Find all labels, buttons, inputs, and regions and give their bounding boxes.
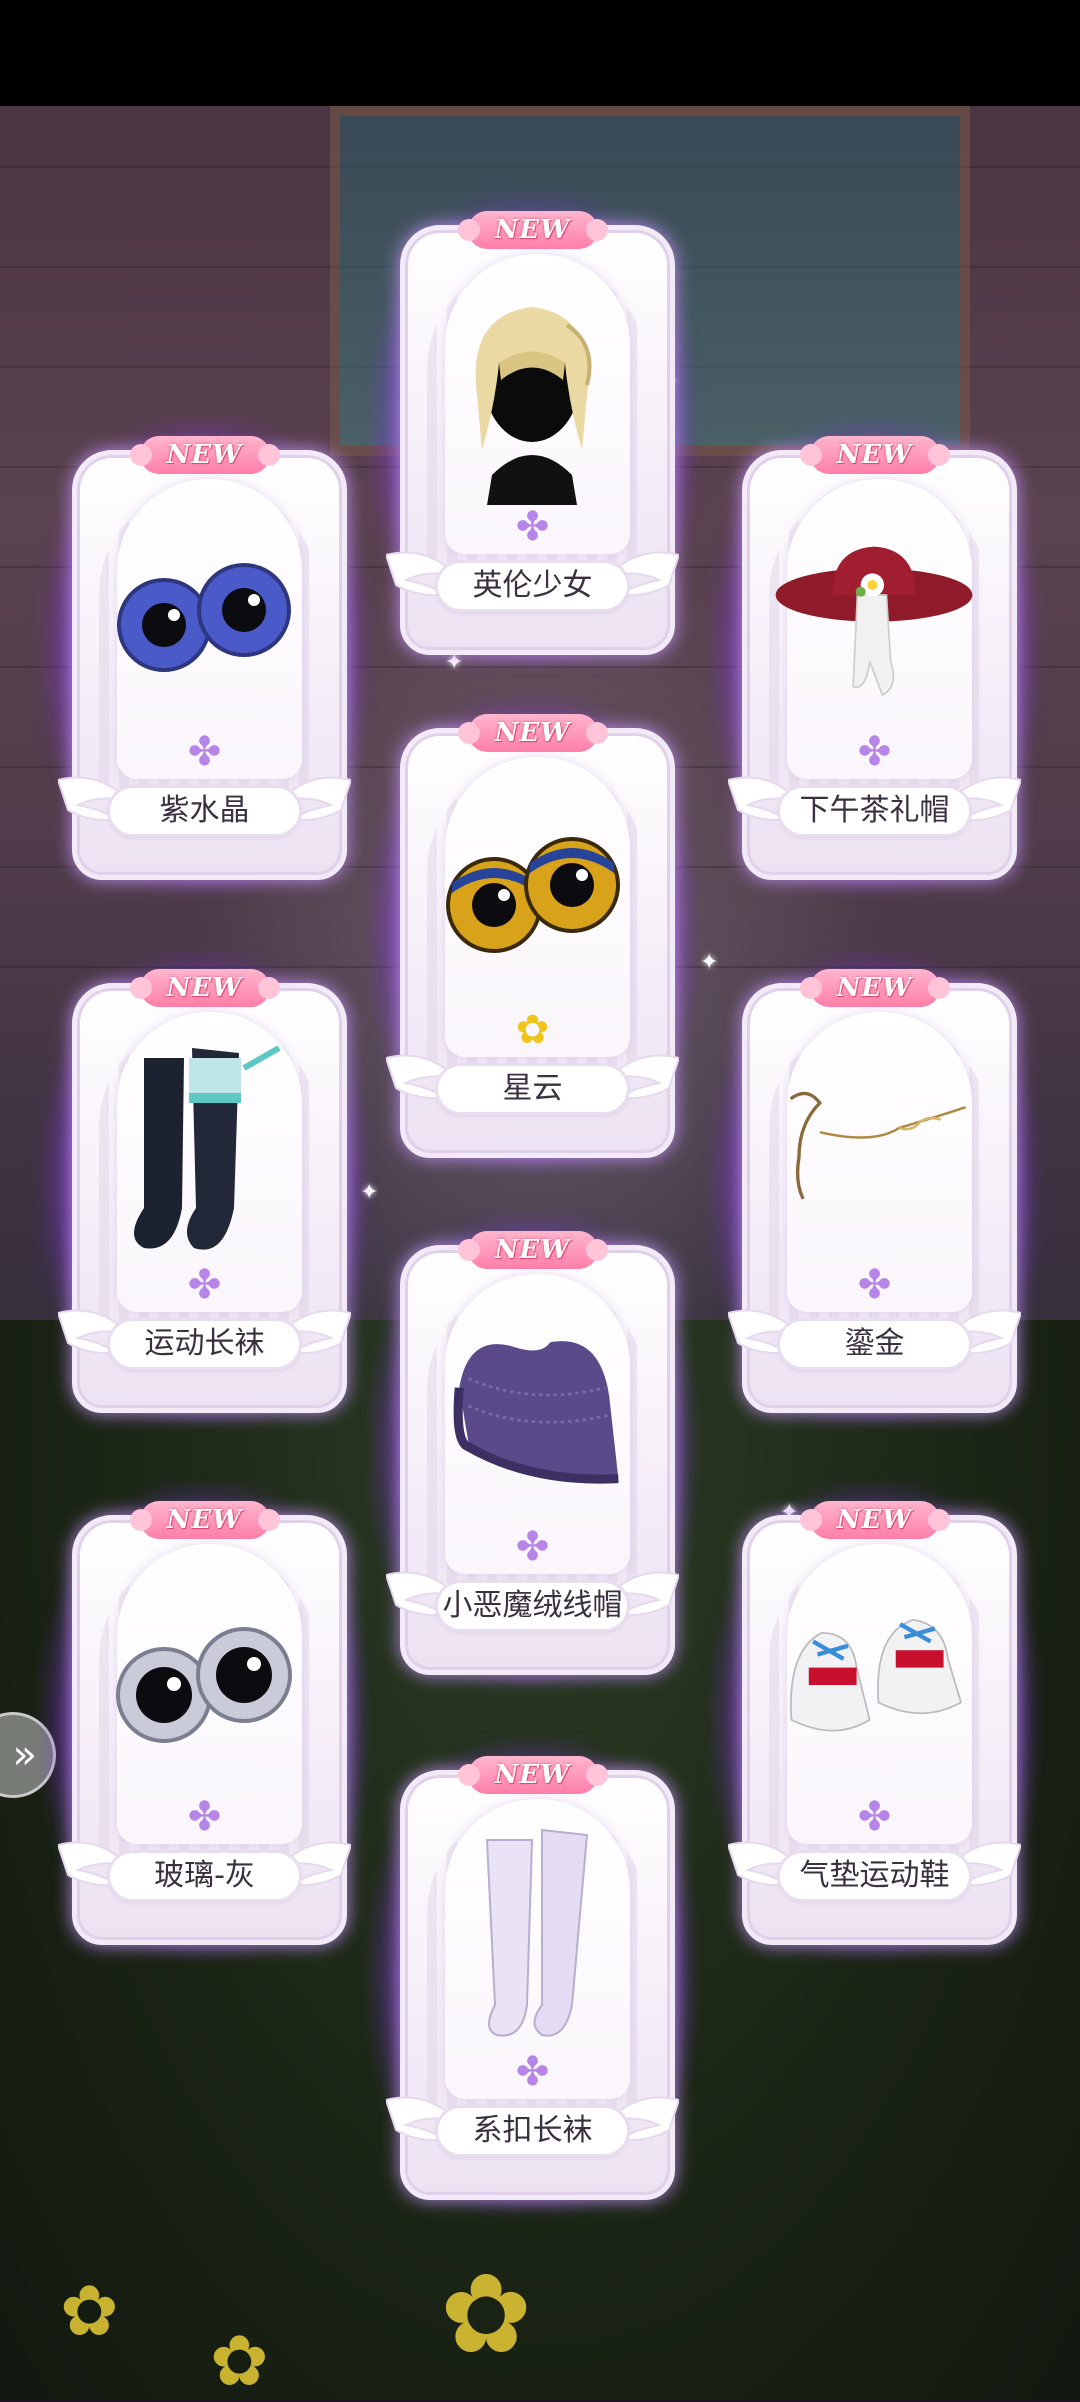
new-badge: NEW xyxy=(799,436,950,474)
purple-knit-hat-icon xyxy=(432,1305,632,1525)
card-item-name: 气垫运动鞋 xyxy=(780,1853,969,1899)
new-badge: NEW xyxy=(799,1501,950,1539)
card-item-name: 运动长袜 xyxy=(110,1321,299,1367)
new-badge: NEW xyxy=(129,436,280,474)
reward-card[interactable]: NEW ✤ 下午茶礼帽 xyxy=(712,420,1037,890)
lavender-long-socks-icon xyxy=(432,1828,632,2050)
sparkle-decoration: ✦ xyxy=(700,950,719,975)
card-item-name: 紫水晶 xyxy=(110,788,299,834)
grey-glass-eyes-icon xyxy=(104,1575,304,1795)
reward-card[interactable]: NEW ✿ 星云 xyxy=(370,698,695,1168)
new-badge: NEW xyxy=(129,1501,280,1539)
reward-card[interactable]: NEW ✤ 鎏金 xyxy=(712,953,1037,1423)
reward-card[interactable]: NEW ✤ 英伦少女 xyxy=(370,195,695,665)
new-badge: NEW xyxy=(129,969,280,1007)
reward-card[interactable]: NEW ✤ 玻璃-灰 xyxy=(42,1485,367,1955)
new-badge: NEW xyxy=(457,714,608,752)
reward-card[interactable]: NEW ✤ 运动长袜 xyxy=(42,953,367,1423)
card-item-name: 英伦少女 xyxy=(438,563,627,609)
card-item-name: 星云 xyxy=(438,1066,627,1112)
black-sport-socks-icon xyxy=(104,1043,304,1263)
new-badge: NEW xyxy=(799,969,950,1007)
red-sun-hat-icon xyxy=(774,510,974,730)
card-item-name: 下午茶礼帽 xyxy=(780,788,969,834)
reward-card[interactable]: NEW ✤ 紫水晶 xyxy=(42,420,367,890)
card-item-name: 系扣长袜 xyxy=(438,2108,627,2154)
reward-card[interactable]: NEW ✤ 系扣长袜 xyxy=(370,1740,695,2210)
blonde-bob-wig-icon xyxy=(432,285,632,505)
white-sneakers-icon xyxy=(774,1575,974,1795)
nebula-eyes-icon xyxy=(432,788,632,1008)
new-badge: NEW xyxy=(457,211,608,249)
status-bar xyxy=(0,0,1080,106)
card-item-name: 玻璃-灰 xyxy=(110,1853,299,1899)
reward-card[interactable]: NEW ✤ 气垫运动鞋 xyxy=(712,1485,1037,1955)
card-item-name: 鎏金 xyxy=(780,1321,969,1367)
gold-glasses-chain-icon xyxy=(774,1043,974,1263)
flower-decoration: ✿ xyxy=(60,2270,119,2352)
flower-decoration: ✿ xyxy=(440,2250,533,2378)
card-item-name: 小恶魔绒线帽 xyxy=(438,1583,627,1629)
reward-card[interactable]: NEW ✤ 小恶魔绒线帽 xyxy=(370,1215,695,1685)
new-badge: NEW xyxy=(457,1756,608,1794)
flower-decoration: ✿ xyxy=(210,2320,269,2402)
purple-eyes-icon xyxy=(104,510,304,730)
new-badge: NEW xyxy=(457,1231,608,1269)
